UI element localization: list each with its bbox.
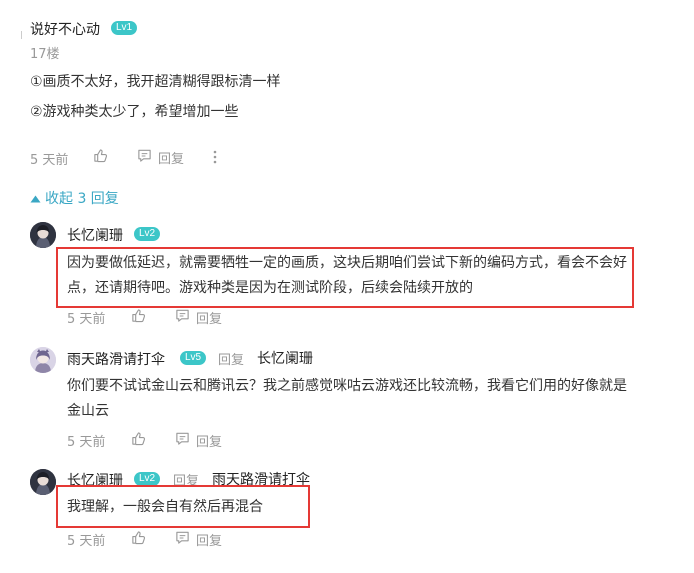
reply-item: 长忆阑珊 Lv2 因为要做低延迟，就需要牺牲一定的画质，这块后期咱们尝试下新的编…: [0, 218, 694, 333]
avatar[interactable]: [30, 469, 56, 495]
main-comment-username[interactable]: 说好不心动: [30, 19, 100, 39]
main-comment: 说好不心动 Lv1 17楼 ①画质不太好，我开超清糊得跟标清一样 ②游戏种类太少…: [0, 0, 694, 180]
reply-to-label: 回复: [218, 353, 245, 368]
like-icon[interactable]: [131, 431, 146, 446]
reply-button[interactable]: 回复: [196, 530, 222, 549]
level-badge: Lv2: [134, 472, 161, 486]
reply-text: 我理解，一般会自有然后再混合: [67, 499, 263, 515]
reply-item: 长忆阑珊 Lv2 回复 雨天路滑请打伞 我理解，一般会自有然后再混合 5 天前 …: [0, 465, 694, 565]
reply-button[interactable]: 回复: [196, 431, 222, 450]
comment-icon[interactable]: [175, 431, 190, 446]
reply-item: 雨天路滑请打伞 Lv5 回复 长忆阑珊 你们要不试试金山云和腾讯云？我之前感觉咪…: [0, 343, 694, 453]
collapse-label: 收起 3 回复: [45, 191, 119, 207]
comment-line-1: ①画质不太好，我开超清糊得跟标清一样: [30, 74, 281, 90]
level-badge: Lv2: [134, 227, 161, 241]
more-vertical-icon[interactable]: [212, 150, 218, 164]
triangle-up-icon: [30, 195, 41, 203]
reply-time: 5 天前: [67, 312, 106, 327]
like-icon[interactable]: [93, 148, 108, 163]
comment-line-2: ②游戏种类太少了，希望增加一些: [30, 104, 239, 120]
reply-button[interactable]: 回复: [158, 148, 184, 167]
reply-text: 你们要不试试金山云和腾讯云？我之前感觉咪咕云游戏还比较流畅，我看它们用的好像就是…: [67, 378, 627, 419]
reply-target-username[interactable]: 长忆阑珊: [257, 348, 313, 368]
comment-icon[interactable]: [137, 148, 152, 163]
collapse-replies-toggle[interactable]: 收起 3 回复: [30, 188, 119, 208]
avatar[interactable]: [30, 347, 56, 373]
avatar[interactable]: [30, 222, 56, 248]
like-icon[interactable]: [131, 308, 146, 323]
like-icon[interactable]: [131, 530, 146, 545]
reply-username[interactable]: 雨天路滑请打伞: [67, 349, 165, 369]
comment-time: 5 天前: [30, 153, 69, 168]
reply-time: 5 天前: [67, 534, 106, 549]
comment-icon[interactable]: [175, 308, 190, 323]
reply-text: 因为要做低延迟，就需要牺牲一定的画质，这块后期咱们尝试下新的编码方式，看会不会好…: [67, 255, 627, 296]
reply-time: 5 天前: [67, 435, 106, 450]
comment-icon[interactable]: [175, 530, 190, 545]
reply-username[interactable]: 长忆阑珊: [67, 225, 123, 245]
divider-mark: [21, 31, 22, 39]
level-badge: Lv1: [111, 21, 138, 35]
level-badge: Lv5: [180, 351, 207, 365]
reply-button[interactable]: 回复: [196, 308, 222, 327]
floor-number: 17楼: [30, 47, 60, 62]
